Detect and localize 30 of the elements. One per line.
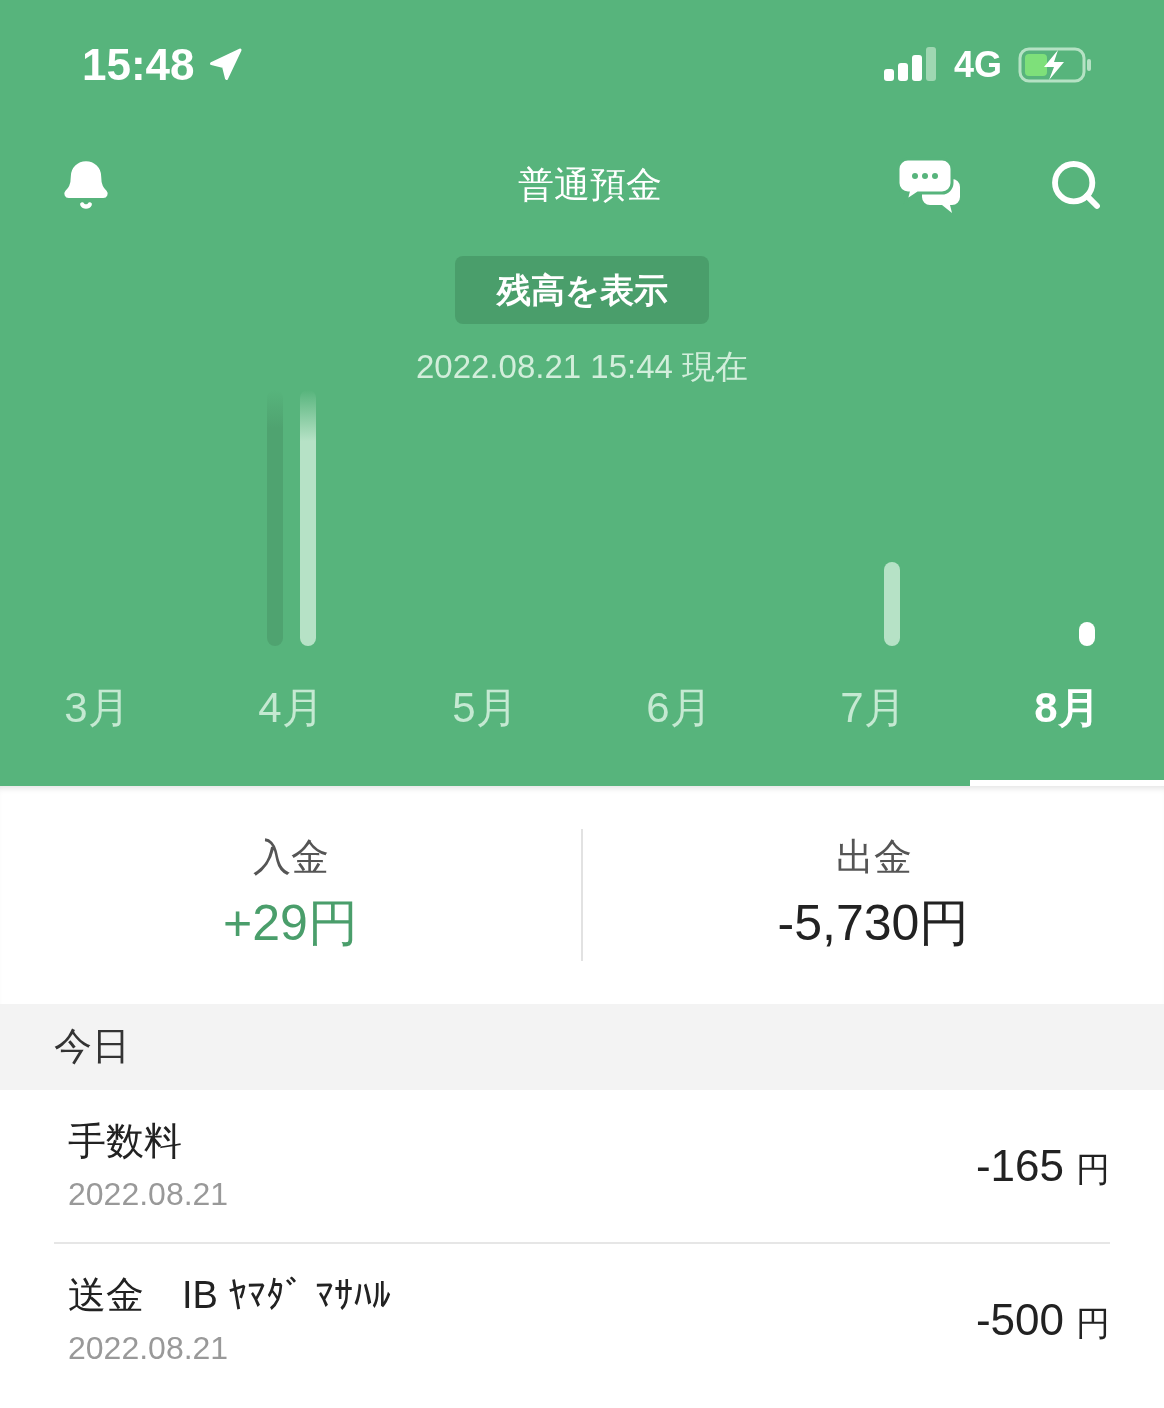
transaction-description: 手数料 [68,1119,183,1164]
currency-label: 円 [1076,1148,1110,1190]
transaction-date: 2022.08.21 [68,1329,230,1368]
currency-label: 円 [1076,1302,1110,1344]
signal-icon [883,47,938,83]
timestamp: 2022.08.21 15:44 現在 [415,347,749,387]
chat-bubbles-icon[interactable] [898,157,960,213]
transaction-row[interactable]: 送金 IB ﾔﾏﾀﾞ ﾏｻﾊﾙ 2022.08.21 -500 円 [54,1241,1110,1396]
show-balance-button[interactable]: 残高を表示 [455,256,709,324]
status-time: 15:48 [82,39,195,91]
month-tab[interactable]: 4月 [194,675,388,786]
transaction-date: 2022.08.21 [68,1175,229,1214]
summary-amount: +29円 [223,893,358,953]
network-label: 4G [953,43,1002,87]
transaction-amount: -165 [975,1139,1064,1192]
summary-label: 入金 [252,834,329,880]
transaction-amount: -500 [975,1293,1064,1346]
chart-bar [1079,621,1095,646]
summary-label: 出金 [835,834,912,880]
month-tab[interactable]: 8月 [970,675,1164,786]
battery-charging-icon [1018,47,1092,83]
transaction-row[interactable]: 手数料 2022.08.21 -165 円 [54,1089,1110,1242]
summary-amount: -5,730円 [777,893,970,953]
month-tab[interactable]: 7月 [776,675,970,786]
page-title: 普通預金 [518,163,662,207]
section-header: 今日 [0,1003,1164,1090]
transaction-description: 送金 IB ﾔﾏﾀﾞ ﾏｻﾊﾙ [68,1273,392,1318]
month-tab[interactable]: 3月 [0,675,194,786]
month-tab[interactable]: 6月 [582,675,776,786]
month-tab[interactable]: 5月 [388,675,582,786]
